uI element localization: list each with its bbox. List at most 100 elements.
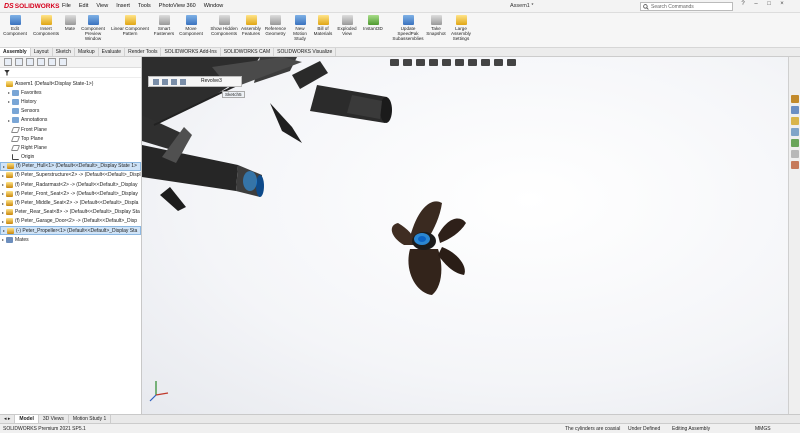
large-assembly-settings-button[interactable]: Large Assembly Settings xyxy=(448,15,474,41)
zoom-to-fit-icon[interactable] xyxy=(390,59,399,66)
show-hidden-button[interactable]: Show Hidden Components xyxy=(210,15,238,36)
tab-3d-views[interactable]: 3D Views xyxy=(39,415,69,423)
assembly-features-button[interactable]: Assembly Features xyxy=(240,15,262,36)
tree-item-origin[interactable]: Origin xyxy=(0,153,141,162)
mate-button[interactable]: Mate xyxy=(63,15,77,31)
linear-pattern-button[interactable]: Linear Component Pattern xyxy=(108,15,152,36)
edit-feature-icon[interactable] xyxy=(153,78,159,85)
tree-item-superstructure[interactable]: ▸ (f) Peter_Superstructure<2> -> (Default… xyxy=(0,171,141,180)
tree-item-rear-seat[interactable]: ▸ Peter_Rear_Seat<8> -> (Default<<Default… xyxy=(0,208,141,217)
tab-addins[interactable]: SOLIDWORKS Add-Ins xyxy=(161,48,221,56)
tree-item-garage-door[interactable]: ▸ (f) Peter_Garage_Door<2> -> (Default<<D… xyxy=(0,217,141,226)
tree-item-front-seat[interactable]: ▸ (f) Peter_Front_Seat<2> -> (Default<<De… xyxy=(0,189,141,198)
appearances-icon[interactable] xyxy=(790,139,799,147)
edit-appearance-icon[interactable] xyxy=(481,59,490,66)
menu-tools[interactable]: Tools xyxy=(134,3,155,9)
tab-markup[interactable]: Markup xyxy=(75,48,99,56)
tab-model[interactable]: Model xyxy=(15,415,39,423)
status-units[interactable]: MMGS xyxy=(755,424,771,433)
previous-view-icon[interactable] xyxy=(416,59,425,66)
tab-motion-study[interactable]: Motion Study 1 xyxy=(69,415,112,423)
tree-item-radarmast[interactable]: ▸ (f) Peter_Radarmast<2> -> (Default<<Def… xyxy=(0,180,141,189)
update-speedpak-button[interactable]: Update SpeedPak Subassemblies xyxy=(391,15,425,41)
nav-arrows-icon[interactable]: ◂ ▸ xyxy=(0,415,16,423)
tree-item-hull[interactable]: ▸ (f) Peter_Hull<1> (Default<<Default>_Di… xyxy=(0,161,141,171)
upper-shaft[interactable] xyxy=(270,61,392,143)
tab-assembly[interactable]: Assembly xyxy=(0,48,31,56)
tree-item-history[interactable]: ▸ History xyxy=(0,97,141,106)
context-feature-name[interactable]: Revolve3 xyxy=(201,78,222,84)
search-input[interactable]: Search Commands xyxy=(640,2,733,11)
zoom-area-icon[interactable] xyxy=(403,59,412,66)
instant3d-button[interactable]: Instant3D xyxy=(361,15,385,31)
view-settings-icon[interactable] xyxy=(507,59,516,66)
hide-show-items-icon[interactable] xyxy=(468,59,477,66)
solidworks-logo[interactable]: DS SOLIDWORKS xyxy=(0,2,60,10)
apply-scene-icon[interactable] xyxy=(494,59,503,66)
tree-filter[interactable] xyxy=(0,68,141,78)
section-view-icon[interactable] xyxy=(429,59,438,66)
tree-item-top-plane[interactable]: Top Plane xyxy=(0,134,141,143)
tab-cam[interactable]: SOLIDWORKS CAM xyxy=(221,48,275,56)
logo-name: SOLIDWORKS xyxy=(14,2,60,10)
configuration-manager-tab-icon[interactable] xyxy=(26,58,34,66)
maximize-icon[interactable]: □ xyxy=(764,1,774,7)
solidworks-resources-icon[interactable] xyxy=(790,95,799,103)
design-library-icon[interactable] xyxy=(790,106,799,114)
tab-visualize[interactable]: SOLIDWORKS Visualize xyxy=(274,48,337,56)
tree-item-annotations[interactable]: ▸ Annotations xyxy=(0,116,141,125)
tree-item-propeller[interactable]: ▸ (-) Peter_Propeller<1> (Default<<Defaul… xyxy=(0,226,141,236)
lower-shaft[interactable] xyxy=(142,115,264,211)
tree-item-favorites[interactable]: ▸ Favorites xyxy=(0,88,141,97)
display-style-icon[interactable] xyxy=(455,59,464,66)
menu-photoview[interactable]: PhotoView 360 xyxy=(155,3,200,9)
take-snapshot-button[interactable]: Take Snapshot xyxy=(426,15,446,36)
tab-evaluate[interactable]: Evaluate xyxy=(99,48,126,56)
feature-manager-tab-icon[interactable] xyxy=(4,58,12,66)
minimize-icon[interactable]: – xyxy=(751,1,761,7)
bill-of-materials-button[interactable]: Bill of Materials xyxy=(313,15,333,36)
move-component-button[interactable]: Move Component xyxy=(177,15,205,36)
tab-render-tools[interactable]: Render Tools xyxy=(125,48,162,56)
forum-icon[interactable] xyxy=(790,161,799,169)
reference-geometry-button[interactable]: Reference Geometry xyxy=(263,15,288,36)
menu-insert[interactable]: Insert xyxy=(112,3,134,9)
edit-component-button[interactable]: Edit Component xyxy=(3,15,27,36)
tree-item-middle-seat[interactable]: ▸ (f) Peter_Middle_Seat<2> -> (Default<<D… xyxy=(0,198,141,207)
filter-icon[interactable] xyxy=(4,69,10,76)
tree-item-right-plane[interactable]: Right Plane xyxy=(0,143,141,152)
suppress-icon[interactable] xyxy=(171,78,177,85)
view-palette-icon[interactable] xyxy=(790,128,799,136)
graphics-area[interactable] xyxy=(142,57,788,414)
tab-sketch[interactable]: Sketch xyxy=(53,48,75,56)
property-manager-tab-icon[interactable] xyxy=(15,58,23,66)
tree-root[interactable]: Assem1 (Default<Display State-1>) xyxy=(0,79,141,88)
model-viewport[interactable] xyxy=(142,57,788,414)
cam-tab-icon[interactable] xyxy=(59,58,67,66)
component-preview-button[interactable]: Component Preview Window xyxy=(79,15,107,41)
menu-window[interactable]: Window xyxy=(200,3,228,9)
tab-layout[interactable]: Layout xyxy=(31,48,53,56)
menu-file[interactable]: File xyxy=(58,3,75,9)
custom-properties-icon[interactable] xyxy=(790,150,799,158)
close-icon[interactable]: × xyxy=(777,1,787,7)
view-orientation-icon[interactable] xyxy=(442,59,451,66)
menu-view[interactable]: View xyxy=(92,3,112,9)
smart-fasteners-button[interactable]: Smart Fasteners xyxy=(153,15,175,36)
display-manager-tab-icon[interactable] xyxy=(48,58,56,66)
tree-item-sensors[interactable]: Sensors xyxy=(0,107,141,116)
edit-sketch-icon[interactable] xyxy=(162,78,168,85)
exploded-view-button[interactable]: Exploded View xyxy=(336,15,358,36)
bom-icon xyxy=(317,15,329,25)
file-explorer-icon[interactable] xyxy=(790,117,799,125)
tree-item-front-plane[interactable]: Front Plane xyxy=(0,125,141,134)
propeller-model[interactable] xyxy=(391,201,466,295)
new-motion-study-button[interactable]: New Motion Study xyxy=(290,15,310,41)
rollback-icon[interactable] xyxy=(180,78,186,85)
tree-item-mates[interactable]: ▸ Mates xyxy=(0,235,141,244)
help-icon[interactable]: ? xyxy=(738,1,748,7)
dimxpert-tab-icon[interactable] xyxy=(37,58,45,66)
context-sketch-name[interactable]: Sketch5 xyxy=(222,91,245,98)
insert-components-button[interactable]: Insert Components xyxy=(32,15,60,36)
menu-edit[interactable]: Edit xyxy=(75,3,92,9)
